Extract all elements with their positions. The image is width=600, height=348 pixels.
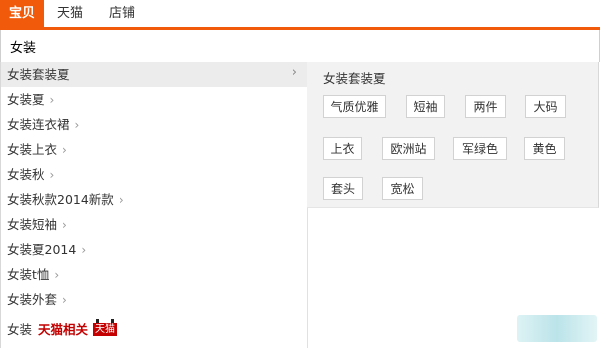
suggestion-item[interactable]: 女装秋款2014新款 › <box>1 187 307 212</box>
chevron-right-icon: › <box>81 243 87 257</box>
suggestion-item[interactable]: 女装外套 › <box>1 287 307 312</box>
suggestion-item[interactable]: 女装t恤 › <box>1 262 307 287</box>
suggestion-item[interactable]: 女装夏 › <box>1 87 307 112</box>
chevron-right-icon: › <box>118 193 124 207</box>
tmall-related-item[interactable]: 女装 天猫相关 天猫 <box>1 317 307 342</box>
chevron-right-icon: › <box>62 143 67 157</box>
tab-baobei[interactable]: 宝贝 <box>0 0 44 27</box>
attribute-tag[interactable]: 气质优雅 <box>323 95 386 118</box>
suggestion-item[interactable]: 女装连衣裙 › <box>1 112 307 137</box>
chevron-right-icon: › <box>291 65 297 80</box>
blurred-watermark <box>517 315 597 342</box>
suggestion-label: 女装秋款2014新款 <box>7 192 114 207</box>
suggestion-label: 女装连衣裙 <box>7 117 70 132</box>
attribute-tag[interactable]: 宽松 <box>382 177 423 200</box>
attribute-tag[interactable]: 上衣 <box>323 137 362 160</box>
attribute-tag[interactable]: 欧洲站 <box>382 137 435 160</box>
attribute-tag[interactable]: 军绿色 <box>453 137 507 160</box>
suggestion-label: 女装秋 <box>7 167 45 182</box>
tab-tmall[interactable]: 天猫 <box>52 0 88 27</box>
chevron-right-icon: › <box>54 268 60 282</box>
suggestion-label: 女装套装夏 <box>7 67 70 82</box>
attribute-tag[interactable]: 大码 <box>525 95 566 118</box>
chevron-right-icon: › <box>62 218 67 232</box>
attribute-panel-title: 女装套装夏 <box>323 71 386 86</box>
search-box <box>0 30 600 62</box>
suggestion-item[interactable]: 女装套装夏 › <box>1 62 307 87</box>
suggestion-label: 女装t恤 <box>7 267 50 282</box>
attribute-tag[interactable]: 两件 <box>465 95 506 118</box>
suggestion-item[interactable]: 女装短袖 › <box>1 212 307 237</box>
suggestion-item[interactable]: 女装夏2014 › <box>1 237 307 262</box>
chevron-right-icon: › <box>49 168 55 182</box>
search-tabs: 宝贝 天猫 店铺 <box>0 0 600 30</box>
chevron-right-icon: › <box>49 93 55 107</box>
suggestion-list: 女装套装夏 › 女装夏 › 女装连衣裙 › 女装上衣 › 女装秋 › 女装秋款2014新… <box>0 62 308 348</box>
suggestion-item[interactable]: 女装上衣 › <box>1 137 307 162</box>
suggestion-item[interactable]: 女装秋 › <box>1 162 307 187</box>
tmall-related-prefix: 女装 <box>7 322 33 337</box>
suggestion-label: 女装短袖 <box>7 217 58 232</box>
suggestion-label: 女装夏2014 <box>7 242 77 257</box>
chevron-right-icon: › <box>62 293 67 307</box>
tmall-related-label: 天猫相关 <box>38 322 89 337</box>
suggestion-label: 女装夏 <box>7 92 45 107</box>
tab-shop[interactable]: 店铺 <box>104 0 140 27</box>
attribute-tag[interactable]: 套头 <box>323 177 363 200</box>
suggestion-label: 女装外套 <box>7 292 58 307</box>
tmall-cat-icon: 天猫 <box>93 319 118 336</box>
attribute-tag[interactable]: 黄色 <box>524 137 565 160</box>
suggestion-label: 女装上衣 <box>7 142 58 157</box>
attribute-panel: 女装套装夏 气质优雅 短袖 两件 大码 上衣 欧洲站 军绿色 黄色 套头 宽松 <box>307 62 599 208</box>
attribute-tag[interactable]: 短袖 <box>406 95 445 118</box>
search-input[interactable] <box>10 36 570 56</box>
chevron-right-icon: › <box>74 118 80 132</box>
